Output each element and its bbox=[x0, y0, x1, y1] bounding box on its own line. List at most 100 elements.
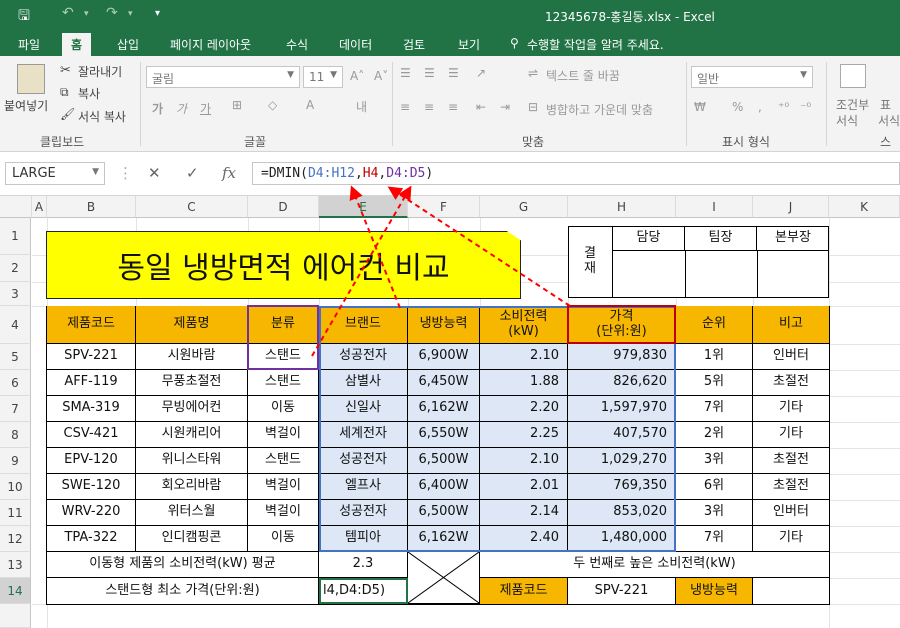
title-banner[interactable]: 동일 냉방면적 에어컨 비교 bbox=[46, 231, 521, 299]
cell-cooling[interactable]: 6,900W bbox=[408, 344, 480, 370]
format-painter-button[interactable]: 서식 복사 bbox=[78, 108, 126, 125]
align-right-icon[interactable]: ≡ bbox=[448, 100, 458, 114]
font-name-select[interactable]: 굴림 ▼ bbox=[146, 66, 300, 88]
cell-code[interactable]: WRV-220 bbox=[47, 500, 136, 526]
increase-decimal-icon[interactable]: ⁺⁰ bbox=[778, 100, 789, 114]
cell-code[interactable]: SWE-120 bbox=[47, 474, 136, 500]
grow-font-icon[interactable]: A˄ bbox=[350, 69, 364, 83]
cell-price[interactable]: 407,570 bbox=[568, 422, 676, 448]
cell-code[interactable]: SPV-221 bbox=[47, 344, 136, 370]
cell-name[interactable]: 인디캠핑콘 bbox=[136, 526, 248, 552]
code-label-cell[interactable]: 제품코드 bbox=[480, 578, 568, 604]
column-header[interactable]: J bbox=[753, 196, 829, 218]
cell-brand[interactable]: 템피아 bbox=[319, 526, 408, 552]
align-left-icon[interactable]: ≡ bbox=[400, 100, 410, 114]
column-header[interactable]: K bbox=[829, 196, 900, 218]
header-power[interactable]: 소비전력 (kW) bbox=[480, 306, 568, 344]
column-header[interactable]: D bbox=[248, 196, 319, 218]
cell-rank[interactable]: 2위 bbox=[676, 422, 753, 448]
wrap-text-button[interactable]: 텍스트 줄 바꿈 bbox=[546, 67, 620, 84]
align-center-icon[interactable]: ≡ bbox=[424, 100, 434, 114]
code-value-cell[interactable]: SPV-221 bbox=[568, 578, 676, 604]
cell-brand[interactable]: 신일사 bbox=[319, 396, 408, 422]
cancel-button[interactable]: ✕ bbox=[148, 164, 161, 182]
row-header[interactable]: 1 bbox=[0, 218, 31, 255]
cell-cooling[interactable]: 6,400W bbox=[408, 474, 480, 500]
name-box[interactable]: LARGE ▼ bbox=[5, 162, 105, 185]
tab-formulas[interactable]: 수식 bbox=[286, 36, 308, 53]
cell-power[interactable]: 2.10 bbox=[480, 344, 568, 370]
bold-button[interactable]: 가 bbox=[152, 100, 163, 117]
cell-category[interactable]: 벽걸이 bbox=[248, 500, 319, 526]
cell-cooling[interactable]: 6,162W bbox=[408, 396, 480, 422]
header-category[interactable]: 분류 bbox=[248, 306, 319, 344]
row-header[interactable]: 5 bbox=[0, 344, 31, 370]
cell-rank[interactable]: 7위 bbox=[676, 396, 753, 422]
cell-name[interactable]: 시원캐리어 bbox=[136, 422, 248, 448]
cell-name[interactable]: 무빙에어컨 bbox=[136, 396, 248, 422]
cell-power[interactable]: 2.10 bbox=[480, 448, 568, 474]
cell-brand[interactable]: 성공전자 bbox=[319, 500, 408, 526]
tell-me-box[interactable]: 수행할 작업을 알려 주세요. bbox=[527, 36, 664, 53]
row-header[interactable]: 13 bbox=[0, 552, 31, 578]
align-middle-icon[interactable]: ☰ bbox=[424, 66, 435, 80]
cell-cooling[interactable]: 6,450W bbox=[408, 370, 480, 396]
row-header[interactable]: 12 bbox=[0, 526, 31, 552]
cell-category[interactable]: 벽걸이 bbox=[248, 422, 319, 448]
cell-cooling[interactable]: 6,500W bbox=[408, 500, 480, 526]
column-header[interactable]: B bbox=[47, 196, 136, 218]
enter-button[interactable]: ✓ bbox=[186, 164, 199, 182]
cell-code[interactable]: SMA-319 bbox=[47, 396, 136, 422]
cell-category[interactable]: 이동 bbox=[248, 396, 319, 422]
increase-indent-icon[interactable]: ⇥ bbox=[500, 100, 510, 114]
cell-name[interactable]: 시원바람 bbox=[136, 344, 248, 370]
cell-category[interactable]: 스탠드 bbox=[248, 370, 319, 396]
cell-brand[interactable]: 성공전자 bbox=[319, 448, 408, 474]
row-header[interactable]: 14 bbox=[0, 578, 31, 604]
avg-power-value[interactable]: 2.3 bbox=[319, 552, 408, 578]
decrease-indent-icon[interactable]: ⇤ bbox=[476, 100, 486, 114]
cell-rank[interactable]: 7위 bbox=[676, 526, 753, 552]
cell-cooling[interactable]: 6,500W bbox=[408, 448, 480, 474]
italic-button[interactable]: 가 bbox=[176, 100, 187, 117]
cell-brand[interactable]: 세계전자 bbox=[319, 422, 408, 448]
column-header[interactable]: E bbox=[319, 196, 408, 218]
cell-price[interactable]: 1,597,970 bbox=[568, 396, 676, 422]
header-price[interactable]: 가격 (단위:원) bbox=[568, 306, 676, 344]
cooling-label-cell[interactable]: 냉방능력 bbox=[676, 578, 753, 604]
cut-button[interactable]: 잘라내기 bbox=[78, 63, 122, 80]
save-icon[interactable]: 🖫 bbox=[18, 5, 30, 29]
currency-icon[interactable]: ₩ bbox=[694, 100, 706, 114]
cell-power[interactable]: 2.25 bbox=[480, 422, 568, 448]
comma-button[interactable]: , bbox=[758, 100, 762, 114]
second-power-label[interactable]: 두 번째로 높은 소비전력(kW) bbox=[480, 552, 830, 578]
cell-rank[interactable]: 5위 bbox=[676, 370, 753, 396]
row-header[interactable]: 10 bbox=[0, 474, 31, 500]
cell-power[interactable]: 2.40 bbox=[480, 526, 568, 552]
cell-note[interactable]: 기타 bbox=[753, 422, 830, 448]
row-header[interactable]: 7 bbox=[0, 396, 31, 422]
underline-button[interactable]: 가 bbox=[200, 100, 211, 117]
conditional-format-button[interactable]: 조건부 bbox=[836, 96, 869, 113]
cell-brand[interactable]: 엘프사 bbox=[319, 474, 408, 500]
insert-function-button[interactable]: fx bbox=[222, 164, 236, 182]
cell-power[interactable]: 2.20 bbox=[480, 396, 568, 422]
orientation-icon[interactable]: ↗ bbox=[476, 66, 486, 80]
cell-code[interactable]: CSV-421 bbox=[47, 422, 136, 448]
column-header[interactable]: A bbox=[32, 196, 47, 218]
cell-name[interactable]: 위터스월 bbox=[136, 500, 248, 526]
tab-review[interactable]: 검토 bbox=[403, 36, 425, 53]
cell-brand[interactable]: 삼별사 bbox=[319, 370, 408, 396]
column-header[interactable]: F bbox=[408, 196, 480, 218]
cell-price[interactable]: 1,480,000 bbox=[568, 526, 676, 552]
format-table-button[interactable]: 표 bbox=[880, 96, 891, 113]
cell-note[interactable]: 인버터 bbox=[753, 500, 830, 526]
cell-price[interactable]: 826,620 bbox=[568, 370, 676, 396]
column-header[interactable]: I bbox=[676, 196, 753, 218]
header-code[interactable]: 제품코드 bbox=[47, 306, 136, 344]
cell-category[interactable]: 이동 bbox=[248, 526, 319, 552]
crossed-cell[interactable] bbox=[408, 552, 480, 604]
cell-price[interactable]: 1,029,270 bbox=[568, 448, 676, 474]
min-price-label[interactable]: 스탠드형 최소 가격(단위:원) bbox=[47, 578, 319, 604]
header-rank[interactable]: 순위 bbox=[676, 306, 753, 344]
